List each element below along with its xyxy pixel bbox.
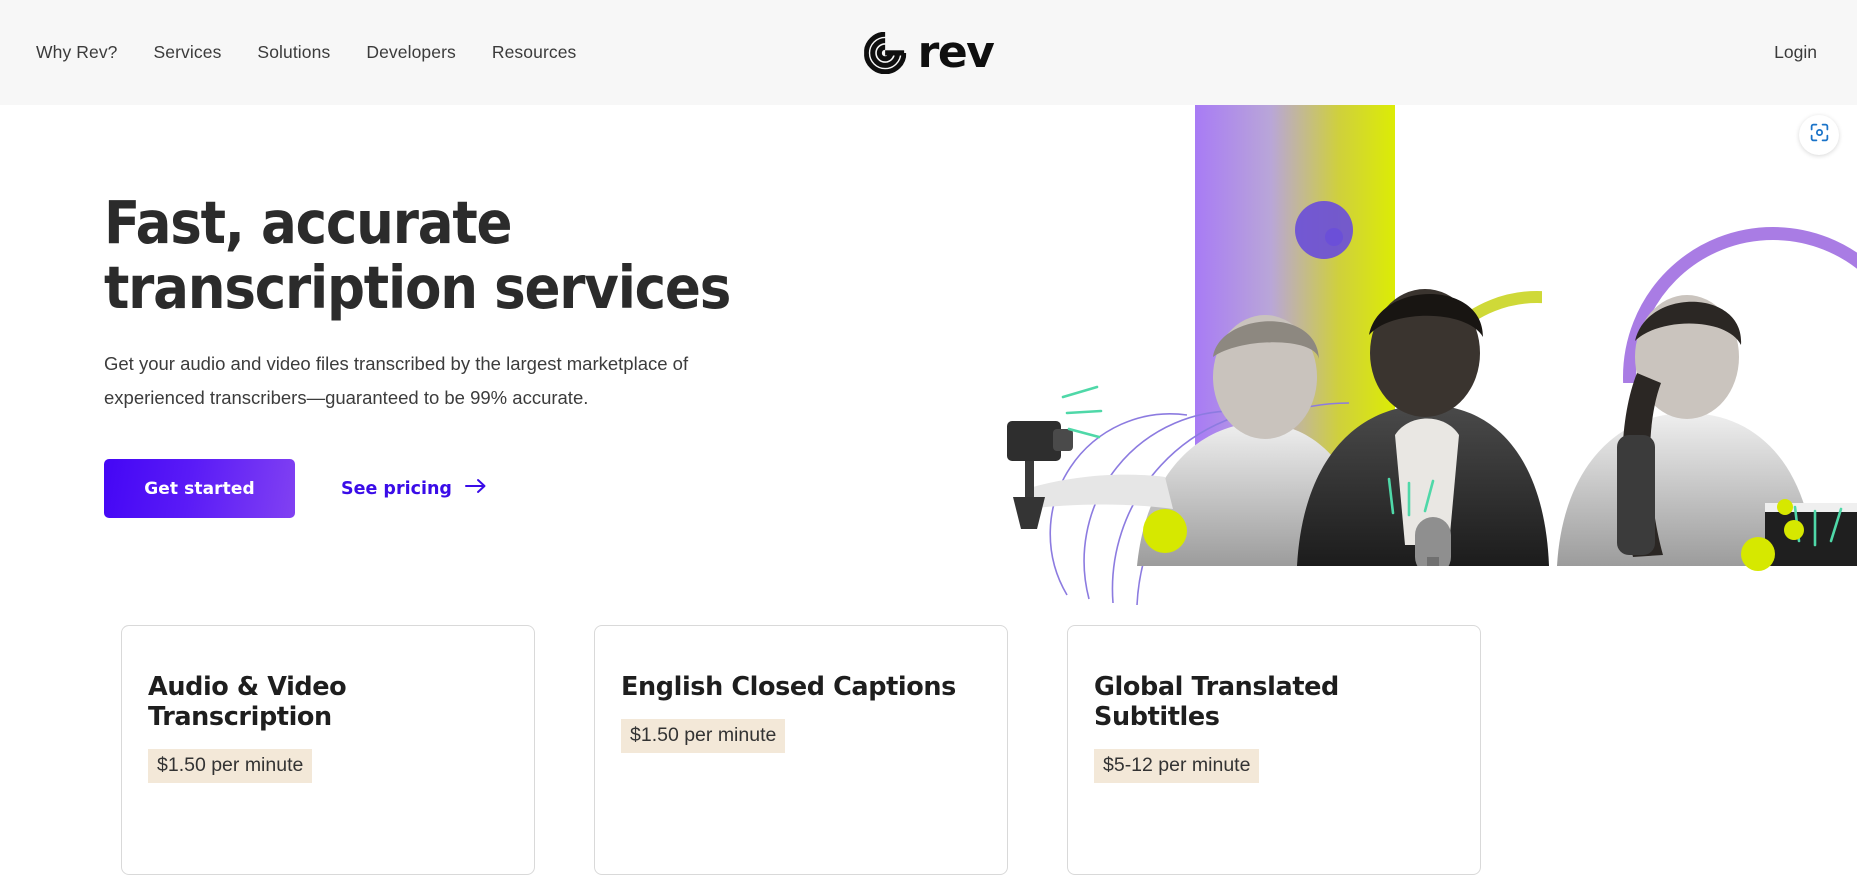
- rev-logo[interactable]: rev: [863, 26, 995, 78]
- violet-circle-large: [1295, 201, 1353, 259]
- lime-circle-small-b: [1784, 520, 1804, 540]
- site-header: Why Rev? Services Solutions Developers R…: [0, 0, 1857, 105]
- logo-wordmark: rev: [917, 26, 995, 78]
- teal-spark-icon-center: [1387, 477, 1435, 517]
- nav-item-why-rev[interactable]: Why Rev?: [36, 42, 118, 63]
- lime-circle-medium: [1741, 537, 1775, 571]
- lime-circle-large: [1143, 509, 1187, 553]
- hero-copy-block: Fast, accurate transcription services Ge…: [104, 188, 844, 519]
- hero-artwork: [997, 105, 1857, 605]
- nav-item-services[interactable]: Services: [154, 42, 222, 63]
- arrow-right-icon: [464, 478, 487, 499]
- card-title: Global Translated Subtitles: [1094, 672, 1339, 732]
- see-pricing-link[interactable]: See pricing: [341, 478, 487, 499]
- hero-section: Fast, accurate transcription services Ge…: [0, 105, 1857, 605]
- page-title: Fast, accurate transcription services: [104, 188, 731, 323]
- nav-item-solutions[interactable]: Solutions: [257, 42, 330, 63]
- service-card[interactable]: Global Translated Subtitles $5-12 per mi…: [1067, 625, 1481, 875]
- card-title: English Closed Captions: [621, 672, 956, 702]
- hero-actions: Get started See pricing: [104, 459, 844, 519]
- service-card[interactable]: English Closed Captions $1.50 per minute: [594, 625, 1008, 875]
- scan-lens-button[interactable]: [1799, 115, 1839, 155]
- rev-spiral-icon: [863, 31, 906, 74]
- teal-spark-icon-left: [1061, 385, 1103, 439]
- violet-circle-small: [1325, 228, 1343, 246]
- nav-item-resources[interactable]: Resources: [492, 42, 577, 63]
- get-started-button[interactable]: Get started: [104, 459, 295, 519]
- card-price-badge: $5-12 per minute: [1094, 749, 1260, 783]
- card-price-badge: $1.50 per minute: [148, 749, 313, 783]
- see-pricing-label: See pricing: [341, 478, 452, 499]
- card-price-badge: $1.50 per minute: [621, 719, 786, 753]
- service-cards: Audio & Video Transcription $1.50 per mi…: [0, 625, 1857, 875]
- card-title: Audio & Video Transcription: [148, 672, 347, 732]
- scan-lens-icon: [1809, 122, 1830, 148]
- hero-people-photo: [1007, 289, 1857, 566]
- nav-item-developers[interactable]: Developers: [366, 42, 456, 63]
- login-link[interactable]: Login: [1774, 42, 1817, 63]
- service-card[interactable]: Audio & Video Transcription $1.50 per mi…: [121, 625, 535, 875]
- lime-circle-small-a: [1777, 499, 1793, 515]
- primary-navigation: Why Rev? Services Solutions Developers R…: [36, 42, 576, 63]
- hero-subtitle: Get your audio and video files transcrib…: [104, 352, 689, 409]
